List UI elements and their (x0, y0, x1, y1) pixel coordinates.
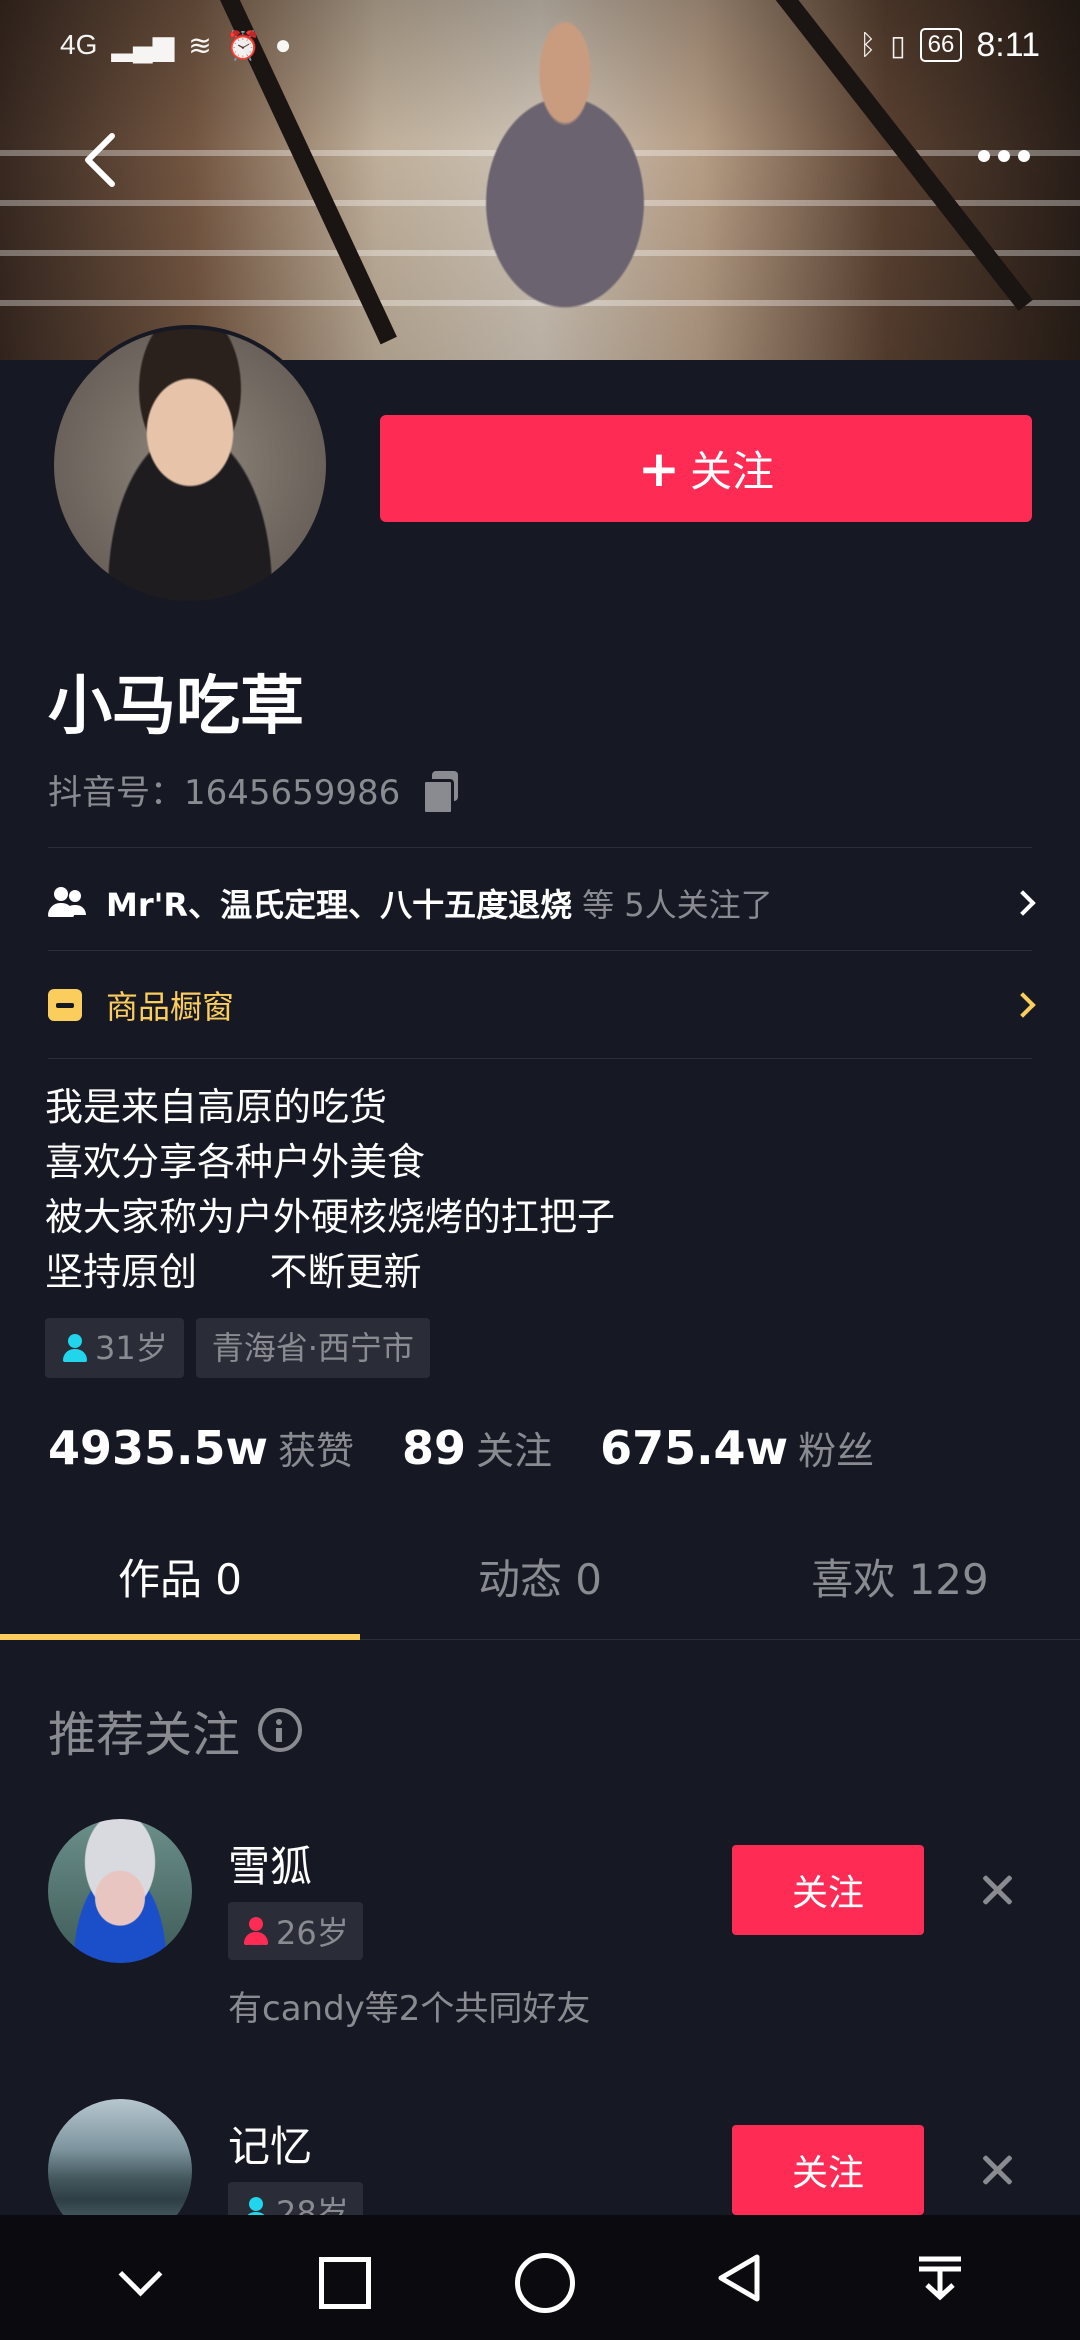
likes-count: 4935.5w (48, 1421, 269, 1475)
following-stat[interactable]: 89 关注 (402, 1420, 552, 1475)
profile-stats: 4935.5w 获赞 89 关注 675.4w 粉丝 (48, 1420, 922, 1475)
wifi-icon: ≋ (188, 29, 212, 61)
home-icon[interactable] (505, 2243, 575, 2313)
avatar[interactable] (50, 325, 330, 605)
back-triangle-icon[interactable] (705, 2243, 775, 2313)
divider (48, 950, 1032, 951)
tab-moments[interactable]: 动态 0 (360, 1525, 720, 1639)
system-nav-bar (0, 2215, 1080, 2340)
alarm-icon: ⏰ (225, 29, 261, 61)
copy-icon[interactable] (422, 770, 460, 815)
divider (48, 847, 1032, 848)
bluetooth-icon: ᛒ (859, 29, 877, 60)
bio-line: 喜欢分享各种户外美食 (45, 1140, 426, 1184)
mutual-followers-row[interactable]: Mr'R、温氏定理、八十五度退烧 等 5人关注了 (48, 880, 1036, 926)
bio-line: 我是来自高原的吃货 (45, 1085, 388, 1129)
notification-pull-icon[interactable] (905, 2243, 975, 2313)
close-icon[interactable] (978, 2151, 1016, 2189)
list-item[interactable]: 雪狐 26岁 有candy等2个共同好友 关注 (0, 1805, 1080, 2055)
fans-label: 粉丝 (798, 1429, 875, 1473)
rec-mutual: 有candy等2个共同好友 (228, 1989, 591, 2029)
chevron-right-icon (1010, 890, 1036, 916)
more-icon[interactable] (978, 150, 1030, 162)
location-text: 青海省·西宁市 (211, 1329, 414, 1367)
follow-button[interactable]: + 关注 (380, 415, 1032, 522)
follow-button-label: 关注 (689, 447, 774, 496)
recents-icon[interactable] (305, 2243, 375, 2313)
female-icon (242, 1915, 270, 1947)
tab-likes[interactable]: 喜欢 129 (720, 1525, 1080, 1639)
people-icon (48, 887, 88, 919)
status-bar: 4G ▂▄▆ ≋ ⏰ ● ᛒ ▯ 66 8:11 (0, 0, 1080, 90)
location-tag: 青海省·西宁市 (195, 1318, 430, 1378)
network-icon: 4G (60, 29, 98, 60)
profile-name: 小马吃草 (48, 670, 304, 744)
close-icon[interactable] (978, 1871, 1016, 1909)
tab-works[interactable]: 作品 0 (0, 1525, 360, 1640)
profile-tags: 31岁 青海省·西宁市 (45, 1318, 430, 1378)
bio-line: 坚持原创 不断更新 (45, 1250, 422, 1294)
bio: 我是来自高原的吃货 喜欢分享各种户外美食 被大家称为户外硬核烧烤的扛把子 坚持原… (45, 1080, 615, 1300)
mutual-suffix: 等 5人关注了 (582, 886, 773, 924)
following-label: 关注 (476, 1429, 553, 1473)
battery-icon: 66 (919, 28, 963, 62)
age-tag: 31岁 (45, 1318, 184, 1378)
douyin-id: 抖音号：1645659986 (48, 773, 401, 813)
mutual-names: Mr'R、温氏定理、八十五度退烧 (106, 886, 573, 924)
fans-stat[interactable]: 675.4w 粉丝 (600, 1420, 874, 1475)
signal-icon: ▂▄▆ (111, 29, 175, 61)
info-icon[interactable] (258, 1708, 303, 1752)
following-count: 89 (402, 1421, 467, 1475)
fans-count: 675.4w (600, 1421, 789, 1475)
divider (48, 1058, 1032, 1059)
rec-name: 记忆 (228, 2122, 313, 2171)
wechat-icon: ● (274, 29, 292, 60)
recommend-title: 推荐关注 (48, 1695, 303, 1765)
chevron-right-icon (1010, 992, 1036, 1018)
rec-age: 26岁 (276, 1914, 349, 1952)
recommend-title-text: 推荐关注 (48, 1707, 241, 1763)
follow-button[interactable]: 关注 (732, 1845, 924, 1935)
shop-icon (48, 989, 82, 1021)
status-time: 8:11 (976, 25, 1040, 64)
vibrate-icon: ▯ (890, 29, 906, 61)
douyin-id-row: 抖音号：1645659986 (48, 765, 460, 815)
likes-stat[interactable]: 4935.5w 获赞 (48, 1420, 354, 1475)
follow-button[interactable]: 关注 (732, 2125, 924, 2215)
avatar[interactable] (48, 1819, 192, 1963)
rec-age-tag: 26岁 (228, 1902, 363, 1960)
profile-tabs: 作品 0 动态 0 喜欢 129 (0, 1525, 1080, 1640)
likes-label: 获赞 (278, 1429, 355, 1473)
male-icon (61, 1332, 89, 1364)
rec-name: 雪狐 (228, 1842, 313, 1891)
shop-label: 商品橱窗 (106, 988, 235, 1026)
age-text: 31岁 (95, 1329, 168, 1367)
chevron-down-icon[interactable] (105, 2243, 175, 2313)
bio-line: 被大家称为户外硬核烧烤的扛把子 (45, 1195, 616, 1239)
plus-icon: + (638, 439, 680, 498)
back-icon[interactable] (80, 130, 120, 190)
shop-window-row[interactable]: 商品橱窗 (48, 982, 1036, 1028)
